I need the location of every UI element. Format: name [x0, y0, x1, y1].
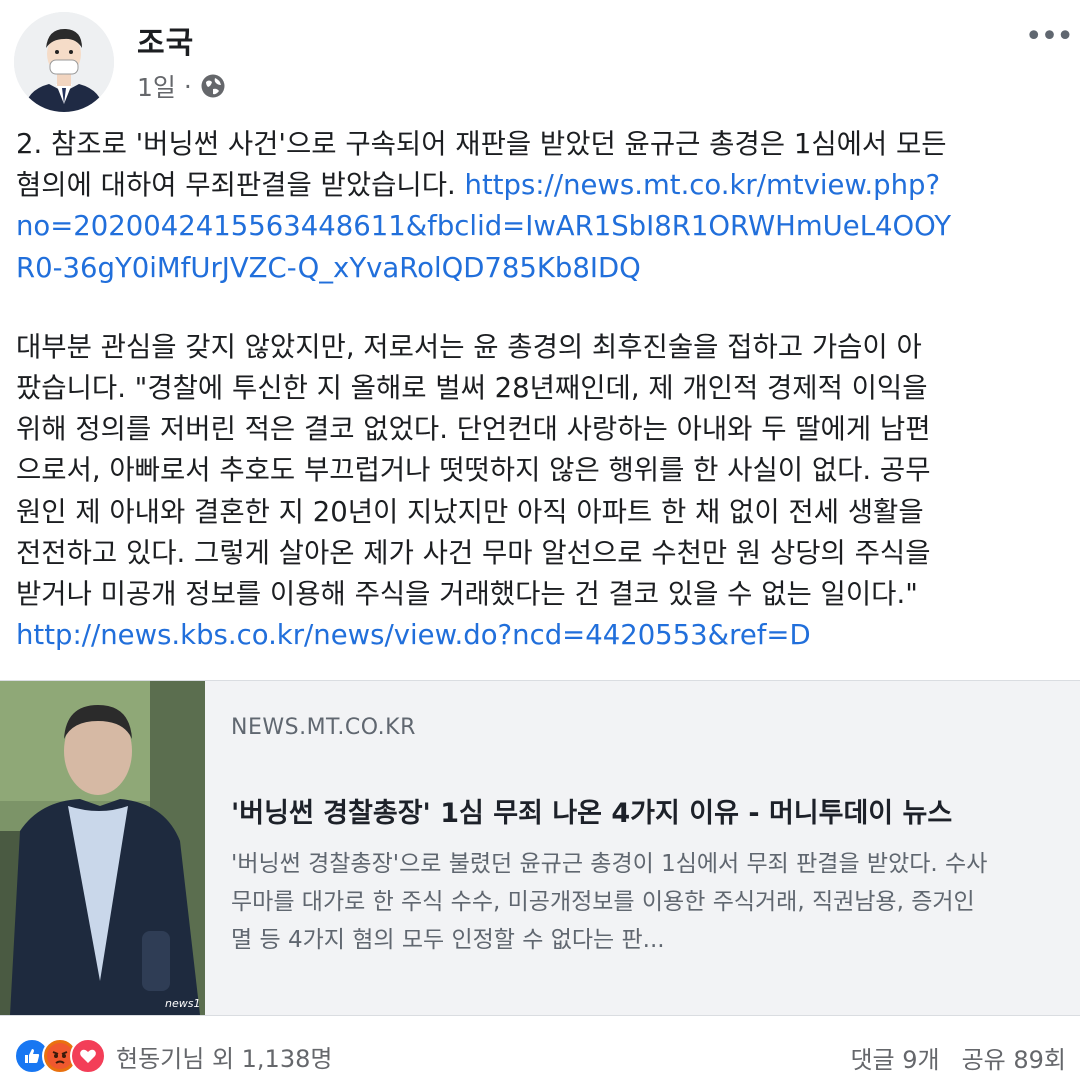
author-name[interactable]: 조국: [137, 18, 194, 62]
post-time[interactable]: 1일: [137, 68, 176, 104]
mt-news-link-cont[interactable]: no=2020042415563448611&fbclid=IwAR1SbI8R…: [16, 206, 1066, 247]
engagement-counts: 댓글 9개 공유 89회: [850, 1040, 1066, 1075]
post-line: 2. 참조로 '버닝썬 사건'으로 구속되어 재판을 받았던 윤규근 총경은 1…: [16, 128, 947, 160]
card-desc-line: '버닝썬 경찰총장'으로 불렸던 윤규근 총경이 1심에서 무죄 판결을 받았다…: [231, 851, 988, 877]
comment-count[interactable]: 댓글 9개: [850, 1040, 939, 1075]
thumbnail-photo: news1: [0, 681, 205, 1015]
post-line: 원인 제 아내와 결혼한 지 20년이 지났지만 아직 아파트 한 채 없이 전…: [16, 495, 924, 528]
card-domain: NEWS.MT.CO.KR: [231, 715, 416, 740]
mt-news-link[interactable]: https://news.mt.co.kr/mtview.php?: [465, 169, 941, 201]
post-line: 전전하고 있다. 그렇게 살아온 제가 사건 무마 알선으로 수천만 원 상당의…: [16, 536, 931, 569]
link-preview-card[interactable]: news1 NEWS.MT.CO.KR '버닝썬 경찰총장' 1심 무죄 나온 …: [0, 680, 1080, 1016]
card-desc-line: 무마를 대가로 한 주식 수수, 미공개정보를 이용한 주식거래, 직권남용, …: [231, 889, 975, 915]
love-icon: [70, 1038, 106, 1074]
mt-news-link-cont[interactable]: R0-36gY0iMfUrJVZC-Q_xYvaRolQD785Kb8IDQ: [16, 248, 1066, 289]
avatar-illustration: [14, 12, 114, 112]
author-avatar[interactable]: [14, 12, 114, 112]
share-count[interactable]: 공유 89회: [962, 1040, 1066, 1075]
post-line: 받거나 미공개 정보를 이용해 주식을 거래했다는 건 결코 있을 수 없는 일…: [16, 577, 918, 610]
card-desc-line: 멸 등 4가지 혐의 모두 인정할 수 없다는 판...: [231, 927, 665, 953]
reactions-summary[interactable]: 현동기님 외 1,138명: [14, 1038, 332, 1074]
post-text: 2. 참조로 '버닝썬 사건'으로 구속되어 재판을 받았던 윤규근 총경은 1…: [16, 124, 1066, 656]
article-thumbnail: news1: [0, 681, 205, 1015]
reaction-count[interactable]: 현동기님 외 1,138명: [116, 1039, 332, 1074]
post-text-segment: 혐의에 대하여 무죄판결을 받았습니다.: [16, 169, 465, 202]
meta-separator: ·: [183, 71, 192, 101]
post-line: 으로서, 아빠로서 추호도 부끄럽거나 떳떳하지 않은 행위를 한 사실이 없다…: [16, 454, 931, 487]
post-line: 팠습니다. "경찰에 투신한 지 올해로 벌써 28년째인데, 제 개인적 경제…: [16, 371, 928, 404]
card-description: '버닝썬 경찰총장'으로 불렸던 윤규근 총경이 1심에서 무죄 판결을 받았다…: [231, 845, 1080, 959]
more-options-icon[interactable]: •••: [1025, 22, 1074, 52]
globe-icon[interactable]: [200, 73, 226, 99]
kbs-news-link[interactable]: http://news.kbs.co.kr/news/view.do?ncd=4…: [16, 615, 1066, 656]
post-line: 위해 정의를 저버린 적은 결코 없었다. 단언컨대 사랑하는 아내와 두 딸에…: [16, 413, 931, 446]
card-title[interactable]: '버닝썬 경찰총장' 1심 무죄 나온 4가지 이유 - 머니투데이 뉴스: [231, 791, 952, 830]
thumbnail-watermark: news1: [165, 997, 200, 1010]
post-line: 대부분 관심을 갖지 않았지만, 저로서는 윤 총경의 최후진술을 접하고 가슴…: [16, 330, 922, 363]
post-meta: 1일 ·: [137, 68, 226, 104]
post-line: 혐의에 대하여 무죄판결을 받았습니다. https://news.mt.co.…: [16, 165, 1066, 206]
